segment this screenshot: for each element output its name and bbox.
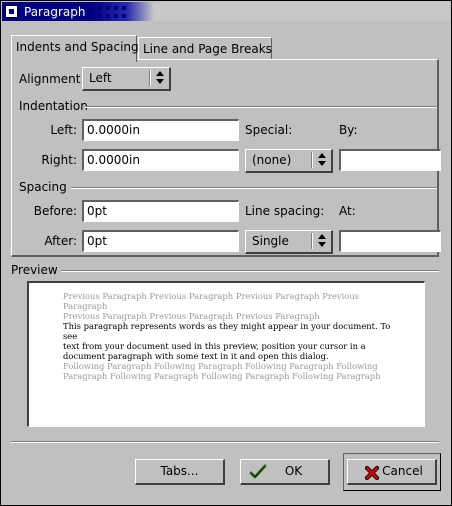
tab-label: Indents and Spacing: [16, 40, 139, 54]
title-bar[interactable]: Paragraph: [2, 2, 450, 21]
red-x-icon: [364, 465, 380, 481]
special-value: (none): [252, 153, 292, 167]
up-down-arrows-icon: [317, 234, 327, 248]
by-label: By:: [339, 123, 358, 137]
cancel-button-label: Cancel: [382, 464, 423, 478]
cancel-button[interactable]: Cancel: [347, 459, 437, 485]
select-separator: [311, 233, 313, 249]
space-before-input[interactable]: 0pt: [82, 200, 239, 222]
before-label: Before:: [33, 204, 77, 218]
at-label: At:: [339, 204, 356, 218]
indentation-heading: Indentation: [19, 99, 88, 113]
left-indent-label: Left:: [50, 123, 77, 137]
ok-button-label: OK: [284, 464, 303, 478]
spacing-divider: [71, 187, 437, 189]
preview-previous-line: Previous Paragraph Previous Paragraph Pr…: [63, 311, 320, 321]
tabs-button[interactable]: Tabs...: [135, 459, 225, 485]
preview-heading: Preview: [11, 263, 58, 277]
preview-divider: [61, 270, 439, 272]
preview-area: Previous Paragraph Previous Paragraph Pr…: [27, 281, 425, 427]
button-area-divider: [11, 441, 439, 443]
right-indent-input[interactable]: 0.0000in: [82, 149, 239, 171]
preview-following-line: Following Paragraph Following Paragraph …: [63, 361, 378, 371]
titlebar-pattern: [88, 4, 128, 20]
space-after-input[interactable]: 0pt: [82, 230, 239, 252]
up-down-arrows-icon: [155, 71, 165, 85]
preview-previous-line: Previous Paragraph Previous Paragraph Pr…: [63, 291, 360, 311]
preview-current-line: text from your document used in this pre…: [63, 341, 366, 351]
indentation-divider: [85, 106, 437, 108]
preview-following-line: Paragraph Following Paragraph Following …: [63, 371, 381, 381]
special-select[interactable]: (none): [245, 149, 333, 173]
select-separator: [311, 152, 313, 168]
window-title: Paragraph: [24, 5, 86, 19]
right-indent-label: Right:: [41, 153, 77, 167]
window-menu-icon[interactable]: [5, 5, 18, 18]
by-input[interactable]: [339, 149, 441, 171]
tab-label: Line and Page Breaks: [143, 42, 272, 56]
ok-button[interactable]: OK: [240, 459, 330, 485]
spacing-heading: Spacing: [19, 180, 67, 194]
preview-text: Previous Paragraph Previous Paragraph Pr…: [63, 291, 393, 381]
preview-current-line: document paragraph with some text in it …: [63, 351, 329, 361]
preview-current-line: This paragraph represents words as they …: [63, 321, 391, 341]
tab-line-and-page-breaks[interactable]: Line and Page Breaks: [138, 37, 272, 59]
select-separator: [149, 70, 151, 86]
line-spacing-label: Line spacing:: [245, 204, 325, 218]
at-input[interactable]: [339, 230, 441, 252]
paragraph-dialog: Paragraph Indents and Spacing Line and P…: [0, 0, 452, 506]
after-label: After:: [44, 234, 77, 248]
line-spacing-value: Single: [252, 234, 289, 248]
alignment-value: Left: [89, 71, 112, 85]
tabs-button-label: Tabs...: [160, 464, 199, 478]
line-spacing-select[interactable]: Single: [245, 230, 333, 254]
left-indent-input[interactable]: 0.0000in: [82, 119, 239, 141]
alignment-select[interactable]: Left: [82, 67, 171, 91]
special-label: Special:: [245, 123, 293, 137]
check-hand-icon: [249, 464, 267, 479]
tab-indents-and-spacing[interactable]: Indents and Spacing: [11, 35, 139, 62]
alignment-label: Alignment:: [19, 72, 85, 86]
up-down-arrows-icon: [317, 153, 327, 167]
